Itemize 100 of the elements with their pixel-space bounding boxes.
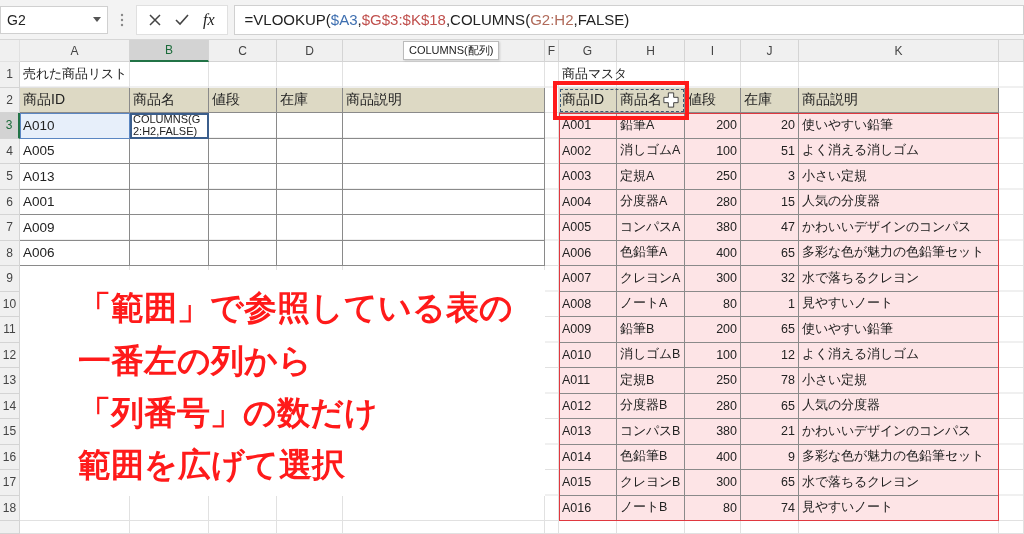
row-header[interactable]: 16 (0, 444, 20, 470)
table-cell: 400 (685, 444, 741, 470)
table-cell: 水で落ちるクレヨン (799, 266, 999, 292)
column-header[interactable]: J (741, 40, 799, 62)
table-cell (277, 189, 343, 215)
header-cell: 値段 (209, 87, 277, 113)
column-header[interactable]: D (277, 40, 343, 62)
column-header[interactable]: K (799, 40, 999, 62)
row-header[interactable]: 13 (0, 368, 20, 394)
close-icon[interactable] (149, 13, 161, 26)
table-cell: 分度器B (617, 393, 685, 419)
table-cell: 280 (685, 189, 741, 215)
table-cell: コンパスB (617, 419, 685, 445)
table-cell: 多彩な色が魅力の色鉛筆セット (799, 444, 999, 470)
formula-field[interactable]: =VLOOKUP($A3,$G$3:$K$18,COLUMNS(G2:H2,FALSE) (233, 4, 1024, 35)
column-header[interactable]: I (685, 40, 741, 62)
table-cell: 消しゴムB (617, 342, 685, 368)
table-cell: かわいいデザインのコンパス (799, 419, 999, 445)
table-cell: A009 (20, 215, 130, 241)
table-cell: 見やすいノート (799, 495, 999, 521)
table-cell: 水で落ちるクレヨン (799, 470, 999, 496)
table-cell (209, 138, 277, 164)
table-cell: 400 (685, 240, 741, 266)
table-cell (277, 215, 343, 241)
table-cell: 1 (741, 291, 799, 317)
row-header[interactable]: 10 (0, 291, 20, 317)
header-cell: 商品説明 (343, 87, 545, 113)
table-cell: A001 (20, 189, 130, 215)
column-header[interactable]: A (20, 40, 130, 62)
table-cell (209, 164, 277, 190)
table-cell (209, 113, 277, 139)
table-cell: クレヨンA (617, 266, 685, 292)
cell-editor[interactable]: COLUMNS(G2:H2,FALSE) (130, 113, 209, 139)
table-cell: 12 (741, 342, 799, 368)
row-header[interactable]: 15 (0, 419, 20, 445)
column-header[interactable]: B (130, 40, 209, 62)
table-cell (209, 189, 277, 215)
table-cell: 分度器A (617, 189, 685, 215)
table-cell: ノートB (617, 495, 685, 521)
table-cell (209, 240, 277, 266)
table-cell: 250 (685, 164, 741, 190)
table-cell: A006 (20, 240, 130, 266)
table-cell: よく消える消しゴム (799, 342, 999, 368)
table-cell (277, 113, 343, 139)
row-header[interactable]: 3 (0, 113, 20, 139)
table-cell: 78 (741, 368, 799, 394)
table-cell: コンパスA (617, 215, 685, 241)
dots-icon (120, 12, 124, 27)
table-cell: 小さい定規 (799, 164, 999, 190)
table-cell: 65 (741, 393, 799, 419)
table-cell: 380 (685, 419, 741, 445)
name-box[interactable]: G2 (0, 5, 108, 34)
table-cell: 鉛筆B (617, 317, 685, 343)
table-cell (277, 138, 343, 164)
table-cell: 色鉛筆B (617, 444, 685, 470)
row-header[interactable]: 1 (0, 62, 20, 88)
caret-icon (93, 17, 101, 22)
table-cell: A015 (559, 470, 617, 496)
row-header[interactable]: 18 (0, 495, 20, 521)
column-header[interactable]: H (617, 40, 685, 62)
table-cell: 使いやすい鉛筆 (799, 113, 999, 139)
row-header[interactable]: 12 (0, 342, 20, 368)
function-button[interactable]: fx (203, 10, 215, 29)
table-cell: 380 (685, 215, 741, 241)
row-header[interactable]: 7 (0, 215, 20, 241)
cursor-icon (663, 91, 679, 108)
row-header[interactable]: 8 (0, 240, 20, 266)
row-header[interactable]: 11 (0, 317, 20, 343)
table-cell: 65 (741, 317, 799, 343)
column-header[interactable]: G (559, 40, 617, 62)
row-header[interactable]: 4 (0, 138, 20, 164)
table-cell: 消しゴムA (617, 138, 685, 164)
callout-text: 「範囲」で参照している表の (78, 288, 514, 329)
table-cell: 200 (685, 113, 741, 139)
table-cell: A005 (20, 138, 130, 164)
table-title: 商品マスタ (559, 62, 685, 88)
column-header[interactable]: F (545, 40, 559, 62)
table-cell: 300 (685, 266, 741, 292)
column-header[interactable]: C (209, 40, 277, 62)
table-cell: 32 (741, 266, 799, 292)
row-header[interactable]: 9 (0, 266, 20, 292)
table-cell: 人気の分度器 (799, 189, 999, 215)
table-cell: 80 (685, 495, 741, 521)
function-tooltip: COLUMNS(配列) (403, 41, 500, 60)
table-cell: A010 (20, 113, 130, 139)
table-cell: A003 (559, 164, 617, 190)
table-cell: 250 (685, 368, 741, 394)
table-cell: 多彩な色が魅力の色鉛筆セット (799, 240, 999, 266)
table-cell: 47 (741, 215, 799, 241)
table-cell: 100 (685, 138, 741, 164)
table-cell: 200 (685, 317, 741, 343)
row-header[interactable]: 6 (0, 189, 20, 215)
row-header[interactable]: 14 (0, 393, 20, 419)
row-header[interactable]: 5 (0, 164, 20, 190)
check-icon[interactable] (175, 13, 189, 26)
row-header[interactable]: 17 (0, 470, 20, 496)
table-cell: A005 (559, 215, 617, 241)
table-cell: ノートA (617, 291, 685, 317)
table-cell: A013 (20, 164, 130, 190)
row-header[interactable]: 2 (0, 87, 20, 113)
